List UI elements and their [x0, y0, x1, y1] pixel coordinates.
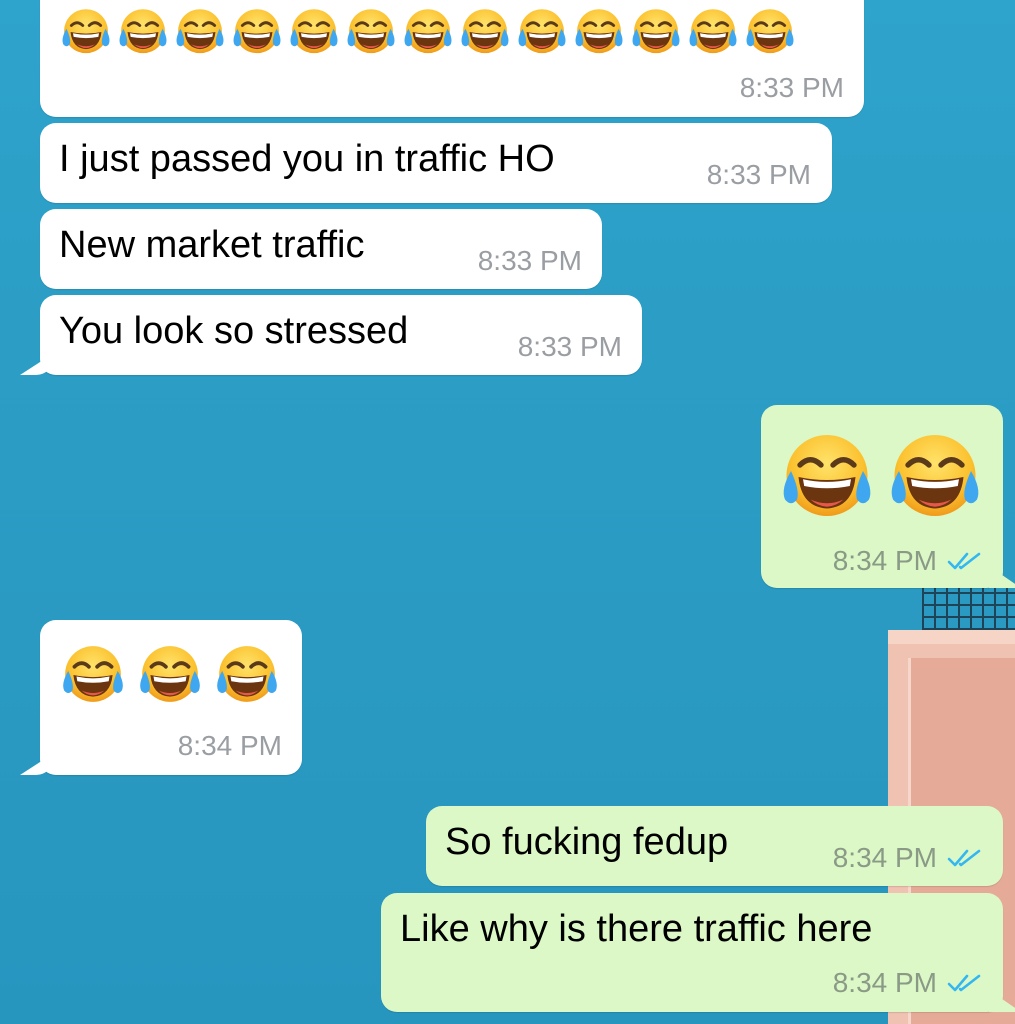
double-check-icon	[947, 974, 981, 992]
wallpaper-railing	[922, 588, 1015, 630]
message-text: Like why is there traffic here	[400, 908, 873, 950]
tears-of-joy-emoji-icon	[573, 6, 625, 62]
message-text: I just passed you in traffic HO	[59, 138, 555, 180]
message-bubble-outgoing[interactable]: 8:34 PM	[761, 405, 1003, 588]
tears-of-joy-emoji-icon	[60, 6, 112, 62]
tears-of-joy-emoji-icon	[214, 642, 280, 712]
tears-of-joy-emoji-icon	[117, 6, 169, 62]
tears-of-joy-emoji-icon	[779, 429, 875, 529]
tears-of-joy-emoji-icon	[887, 429, 983, 529]
message-timestamp: 8:34 PM	[177, 730, 282, 761]
message-timestamp: 8:33 PM	[706, 159, 811, 190]
double-check-icon	[947, 849, 981, 867]
tears-of-joy-emoji-icon	[288, 6, 340, 62]
message-timestamp: 8:34 PM	[832, 842, 937, 873]
message-timestamp: 8:33 PM	[477, 245, 582, 276]
tears-of-joy-emoji-icon	[459, 6, 511, 62]
tears-of-joy-emoji-icon	[402, 6, 454, 62]
message-text: So fucking fedup	[445, 821, 729, 863]
message-text: New market traffic	[59, 224, 365, 266]
tears-of-joy-emoji-icon	[137, 642, 203, 712]
double-check-icon	[947, 552, 981, 570]
message-timestamp: 8:33 PM	[517, 331, 622, 362]
tears-of-joy-emoji-icon	[60, 642, 126, 712]
message-bubble-incoming[interactable]: New market traffic 8:33 PM	[40, 209, 602, 289]
message-bubble-incoming[interactable]: I just passed you in traffic HO 8:33 PM	[40, 123, 832, 203]
message-bubble-outgoing[interactable]: So fucking fedup 8:34 PM	[426, 806, 1003, 886]
tears-of-joy-emoji-icon	[687, 6, 739, 62]
message-text: You look so stressed	[59, 310, 409, 352]
message-bubble-incoming[interactable]: You look so stressed 8:33 PM	[40, 295, 642, 375]
message-bubble-outgoing[interactable]: Like why is there traffic here 8:34 PM	[381, 893, 1003, 1012]
message-bubble-incoming[interactable]: 8:33 PM	[40, 0, 864, 117]
message-timestamp: 8:34 PM	[832, 545, 937, 576]
message-timestamp: 8:33 PM	[739, 72, 844, 103]
tears-of-joy-emoji-icon	[345, 6, 397, 62]
emoji-row	[779, 429, 983, 529]
emoji-row	[60, 6, 796, 62]
emoji-row	[60, 642, 280, 712]
tears-of-joy-emoji-icon	[744, 6, 796, 62]
message-timestamp: 8:34 PM	[832, 967, 937, 998]
message-bubble-incoming[interactable]: 8:34 PM	[40, 620, 302, 775]
tears-of-joy-emoji-icon	[516, 6, 568, 62]
tears-of-joy-emoji-icon	[231, 6, 283, 62]
tears-of-joy-emoji-icon	[174, 6, 226, 62]
tears-of-joy-emoji-icon	[630, 6, 682, 62]
